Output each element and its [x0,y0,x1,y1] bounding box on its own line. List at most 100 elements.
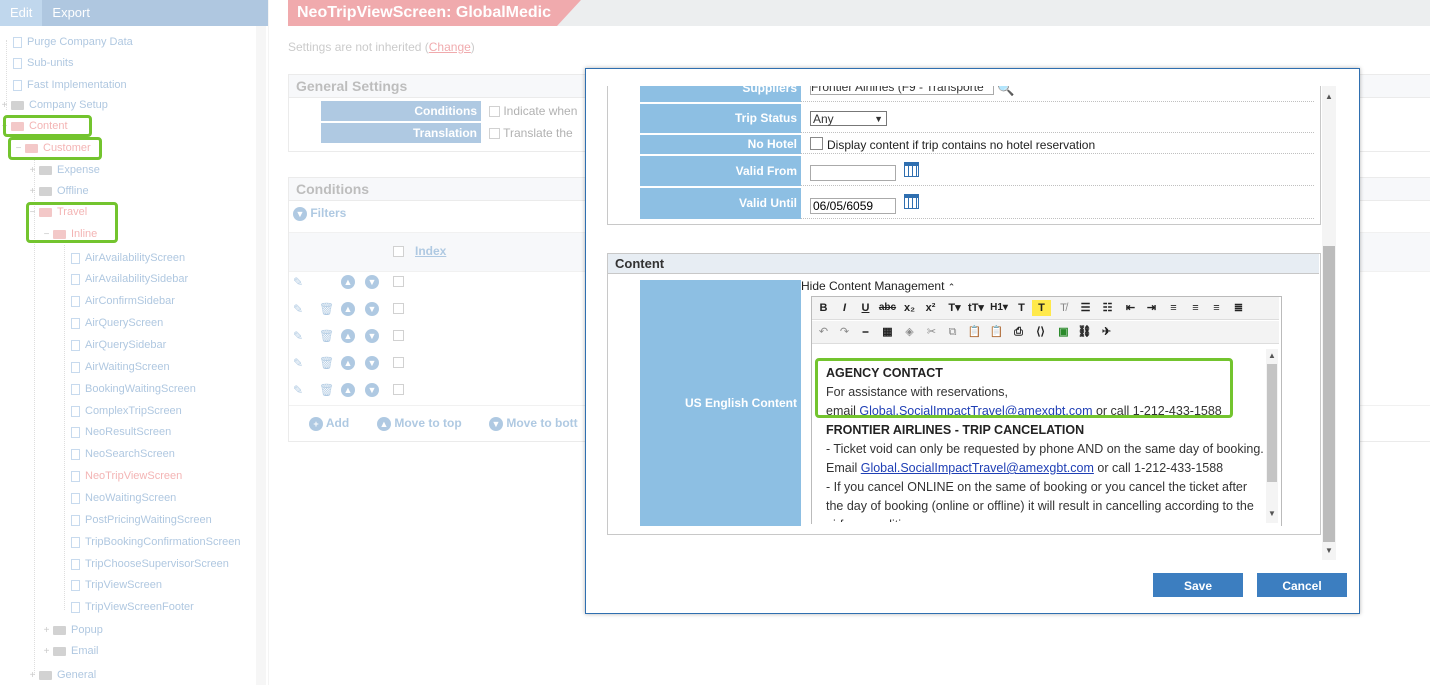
translation-checkbox[interactable] [489,128,500,140]
select-all-checkbox[interactable] [393,246,404,257]
email-link[interactable]: Global.SocialImpactTravel@amexgbt.com [861,461,1094,475]
table-icon[interactable]: ▦ [878,324,897,340]
subscript-icon[interactable]: x₂ [900,300,919,316]
move-down-icon[interactable]: ▼ [365,329,379,343]
row-checkbox[interactable] [393,384,404,395]
tab-edit[interactable]: Edit [0,0,43,26]
image-icon[interactable]: ▣ [1054,324,1073,340]
tree-item-neoresultscreen[interactable]: NeoResultScreen [60,426,171,438]
tree-item-tripviewscreenfooter[interactable]: TripViewScreenFooter [60,601,194,613]
tree-item-neosearchscreen[interactable]: NeoSearchScreen [60,448,175,460]
expand-icon[interactable]: + [28,165,37,176]
tree-item-tripbookingconfirmationscreen[interactable]: TripBookingConfirmationScreen [60,536,241,548]
move-down-icon[interactable]: ▼ [365,275,379,289]
tree-item-airqueryscreen[interactable]: AirQueryScreen [60,317,163,329]
move-down-icon[interactable]: ▼ [365,302,379,316]
trip-status-select[interactable]: Any ▼ [810,111,887,126]
filters-toggle[interactable]: ▼ Filters [293,206,346,221]
expand-icon[interactable]: + [0,100,9,111]
horizontal-rule-icon[interactable]: ⎯ [856,324,875,340]
editor-scrollbar[interactable]: ▲ ▼ [1266,349,1278,523]
strikethrough-icon[interactable]: abc [878,300,897,316]
edit-icon[interactable]: ✎ [293,383,303,397]
row-checkbox[interactable] [393,357,404,368]
tree-item-airconfirmsidebar[interactable]: AirConfirmSidebar [60,295,175,307]
row-checkbox[interactable] [393,330,404,341]
tree-item-company-setup[interactable]: + Company Setup [0,99,108,111]
change-link[interactable]: Change [429,40,471,54]
outdent-icon[interactable]: ⇤ [1121,300,1140,316]
edit-icon[interactable]: ✎ [293,302,303,316]
superscript-icon[interactable]: x² [921,300,940,316]
redo-icon[interactable]: ↷ [835,324,854,340]
tree-item-purge-company-data[interactable]: Purge Company Data [2,36,133,48]
justify-icon[interactable]: ≣ [1229,300,1248,316]
translation-option[interactable]: Translate the [489,126,573,140]
font-family-icon[interactable]: T▾ [945,300,964,316]
scroll-down-icon[interactable]: ▼ [1322,546,1336,555]
move-down-icon[interactable]: ▼ [365,356,379,370]
calendar-icon[interactable] [904,194,919,209]
align-left-icon[interactable]: ≡ [1164,300,1183,316]
scroll-up-icon[interactable]: ▲ [1322,92,1336,101]
paste-word-icon[interactable]: 📋 [987,324,1006,340]
move-up-icon[interactable]: ▲ [341,302,355,316]
tree-item-bookingwaitingscreen[interactable]: BookingWaitingScreen [60,383,196,395]
heading-icon[interactable]: H1▾ [988,300,1010,316]
expand-icon[interactable]: + [28,670,37,681]
save-button[interactable]: Save [1153,573,1243,597]
tree-item-popup[interactable]: + Popup [42,624,103,636]
move-down-icon[interactable]: ▼ [365,383,379,397]
conditions-checkbox[interactable] [489,106,500,118]
tree-item-tripchoosesupervisorscreen[interactable]: TripChooseSupervisorScreen [60,558,229,570]
tree-item-offline[interactable]: + Offline [28,185,89,197]
edit-icon[interactable]: ✎ [293,356,303,370]
expand-icon[interactable]: + [42,625,51,636]
move-to-bottom-button[interactable]: ▼ Move to bott [489,416,578,431]
hide-content-management-link[interactable]: Hide Content Management ⌃ [801,279,955,293]
valid-until-input[interactable]: 06/05/6059 [810,198,896,214]
conditions-option[interactable]: Indicate when [489,104,577,118]
source-code-icon[interactable]: ⟨⟩ [1031,324,1050,340]
row-checkbox[interactable] [393,276,404,287]
index-column-header[interactable]: Index [415,244,446,258]
editor-scrollbar-thumb[interactable] [1267,364,1277,482]
move-up-icon[interactable]: ▲ [341,329,355,343]
scroll-down-icon[interactable]: ▼ [1265,509,1279,518]
tree-scrollbar[interactable] [256,26,266,685]
expand-icon[interactable]: + [28,186,37,197]
row-checkbox[interactable] [393,303,404,314]
delete-icon[interactable]: 🗑 [319,329,334,343]
tree-item-complextripscreen[interactable]: ComplexTripScreen [60,405,182,417]
copy-icon[interactable]: ⧉ [943,324,962,340]
move-to-top-button[interactable]: ▲ Move to top [377,416,462,431]
tree-item-neowaitingscreen[interactable]: NeoWaitingScreen [60,492,176,504]
font-size-icon[interactable]: tT▾ [965,300,987,316]
dialog-scrollbar[interactable] [1322,86,1336,560]
special-char-icon[interactable]: ◈ [900,324,919,340]
link-icon[interactable]: ⛓ [1075,324,1094,340]
edit-icon[interactable]: ✎ [293,329,303,343]
delete-icon[interactable]: 🗑 [319,302,334,316]
text-color-icon[interactable]: T [1012,300,1031,316]
tree-item-neotripviewscreen[interactable]: NeoTripViewScreen [60,470,182,482]
move-up-icon[interactable]: ▲ [341,383,355,397]
scroll-up-icon[interactable]: ▲ [1265,351,1279,360]
tree-item-expense[interactable]: + Expense [28,164,100,176]
tree-item-airwaitingscreen[interactable]: AirWaitingScreen [60,361,170,373]
align-right-icon[interactable]: ≡ [1207,300,1226,316]
highlight-color-icon[interactable]: T [1032,300,1051,316]
tree-item-tripviewscreen[interactable]: TripViewScreen [60,579,162,591]
tree-item-airquerysidebar[interactable]: AirQuerySidebar [60,339,166,351]
calendar-icon[interactable] [904,162,919,177]
numbered-list-icon[interactable]: ☷ [1098,300,1117,316]
tree-item-fast-implementation[interactable]: Fast Implementation [2,79,127,91]
no-hotel-checkbox[interactable] [810,137,823,150]
tree-item-airavailabilitysidebar[interactable]: AirAvailabilitySidebar [60,273,188,285]
dialog-scrollbar-thumb[interactable] [1323,246,1335,542]
underline-icon[interactable]: U [856,300,875,316]
edit-icon[interactable]: ✎ [293,275,303,289]
add-button[interactable]: + Add [309,416,349,431]
print-icon[interactable]: ⎙ [1009,324,1028,340]
search-icon[interactable]: 🔍 [997,86,1015,96]
